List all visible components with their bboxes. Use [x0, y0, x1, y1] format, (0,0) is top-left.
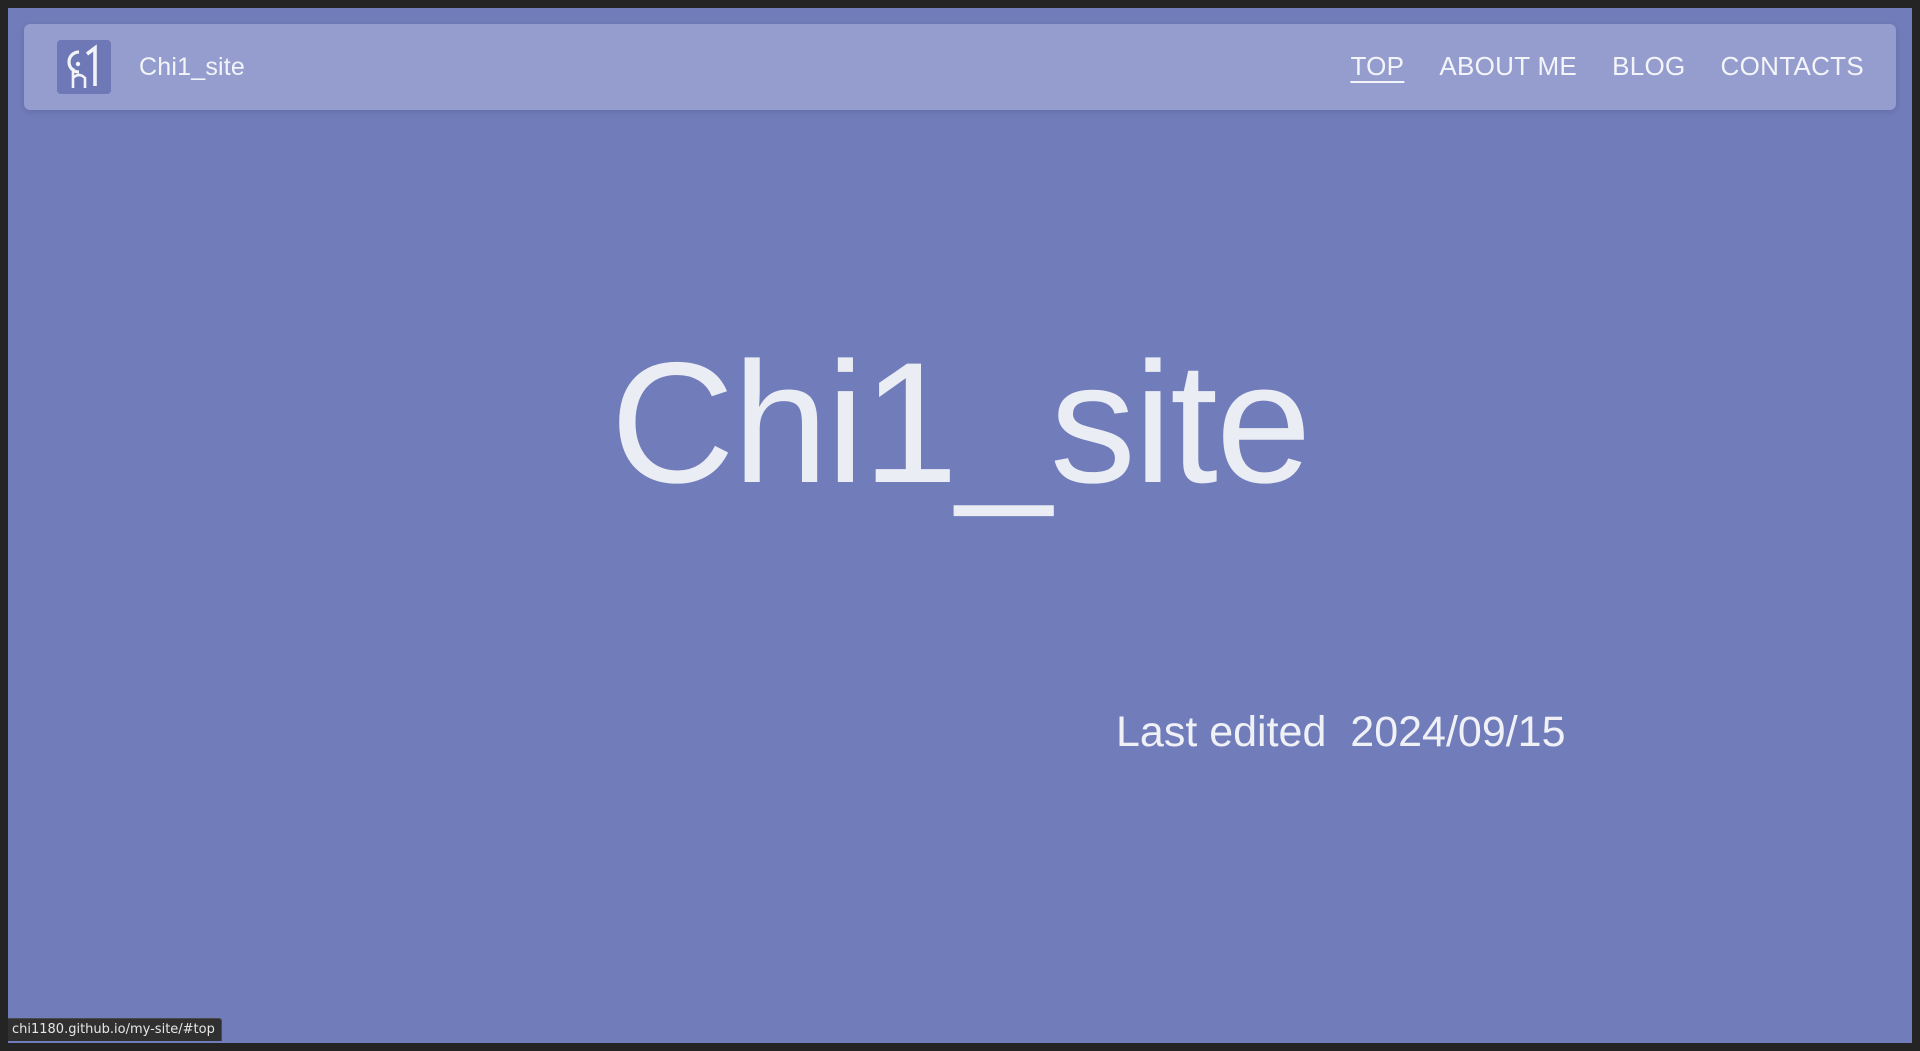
brand-name: Chi1_site — [139, 52, 246, 81]
last-edited-text: Last edited 2024/09/15 — [1116, 708, 1566, 757]
brand-link[interactable]: Chi1_site — [57, 40, 245, 94]
nav-link-contacts[interactable]: CONTACTS — [1721, 51, 1864, 84]
navbar: Chi1_site TOP ABOUT ME BLOG CONTACTS — [24, 24, 1896, 110]
status-bar-url: chi1180.github.io/my-site/#top — [8, 1018, 222, 1041]
nav-link-top[interactable]: TOP — [1350, 51, 1404, 84]
nav-link-about-me[interactable]: ABOUT ME — [1439, 51, 1577, 84]
last-edited-date: 2024/09/15 — [1350, 708, 1566, 756]
last-edited-label: Last edited — [1116, 708, 1327, 756]
hero-title: Chi1_site — [610, 327, 1311, 519]
main-nav: TOP ABOUT ME BLOG CONTACTS — [1315, 51, 1864, 84]
page-viewport: Chi1_site TOP ABOUT ME BLOG CONTACTS Chi… — [8, 8, 1912, 1043]
nav-link-blog[interactable]: BLOG — [1612, 51, 1685, 84]
chi1-logo-icon — [57, 40, 111, 94]
